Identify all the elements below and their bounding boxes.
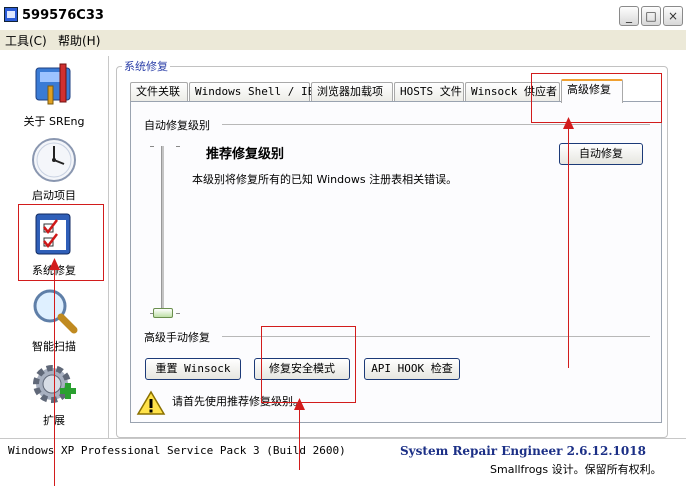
tab-file-assoc[interactable]: 文件关联 (130, 82, 188, 102)
repair-level-slider-track[interactable] (161, 146, 164, 314)
menu-help[interactable]: 帮助(H) (58, 32, 100, 49)
api-hook-check-button[interactable]: API HOOK 检查 (364, 358, 460, 380)
copyright-text: Smallfrogs 设计。保留所有权利。 (490, 463, 662, 476)
auto-repair-label: 自动修复级别 (144, 117, 214, 133)
warning-icon (136, 390, 166, 415)
group-title: 系统修复 (122, 58, 170, 74)
close-button[interactable]: × (663, 6, 683, 26)
annotation-box-safe-mode (261, 326, 356, 403)
level-description: 本级别将修复所有的已知 Windows 注册表相关错误。 (192, 173, 458, 186)
product-version-text: System Repair Engineer 2.6.12.1018 (400, 444, 646, 458)
clock-icon (32, 138, 76, 182)
menu-tools[interactable]: 工具(C) (5, 32, 47, 49)
annotation-line-sidebar (54, 264, 55, 486)
manual-repair-label: 高级手动修复 (144, 329, 214, 345)
gear-plus-icon (33, 365, 76, 403)
window-title: 599576C33 (22, 8, 104, 23)
repair-level-slider-thumb[interactable] (153, 308, 173, 318)
app-icon (4, 7, 18, 22)
menu-bar (0, 30, 686, 50)
sidebar-item-startup[interactable]: 启动项目 (16, 136, 92, 202)
annotation-line-advanced-tab (568, 122, 569, 368)
minimize-button[interactable]: _ (619, 6, 639, 26)
level-title: 推荐修复级别 (206, 147, 285, 162)
maximize-button[interactable]: □ (641, 6, 661, 26)
annotation-arrowhead (294, 398, 305, 410)
sidebar-label-startup: 启动项目 (32, 189, 76, 202)
annotation-box-sidebar (18, 204, 104, 281)
slider-tick (176, 146, 180, 147)
magnifier-icon (33, 289, 78, 334)
tab-hosts-file[interactable]: HOSTS 文件 (394, 82, 464, 102)
sidebar-item-about[interactable]: 关于 SREng (16, 60, 92, 130)
annotation-arrowhead (49, 258, 60, 270)
annotation-line-safe-mode (299, 402, 300, 470)
toolbox-icon (35, 63, 71, 105)
status-divider (0, 438, 686, 439)
tab-windows-shell-ie[interactable]: Windows Shell / IE (189, 82, 314, 102)
os-version-text: Windows XP Professional Service Pack 3 (… (8, 444, 346, 457)
slider-tick (150, 146, 154, 147)
tab-browser-addons[interactable]: 浏览器加载项 (311, 82, 393, 102)
auto-section-line (222, 124, 650, 125)
auto-repair-button[interactable]: 自动修复 (559, 143, 643, 165)
reset-winsock-button[interactable]: 重置 Winsock (145, 358, 241, 380)
sidebar-label-about: 关于 SREng (23, 115, 85, 128)
sidebar-divider (108, 56, 109, 438)
tab-advanced-repair[interactable]: 高级修复 (561, 79, 623, 103)
slider-tick (176, 313, 180, 314)
annotation-arrowhead (563, 117, 574, 129)
